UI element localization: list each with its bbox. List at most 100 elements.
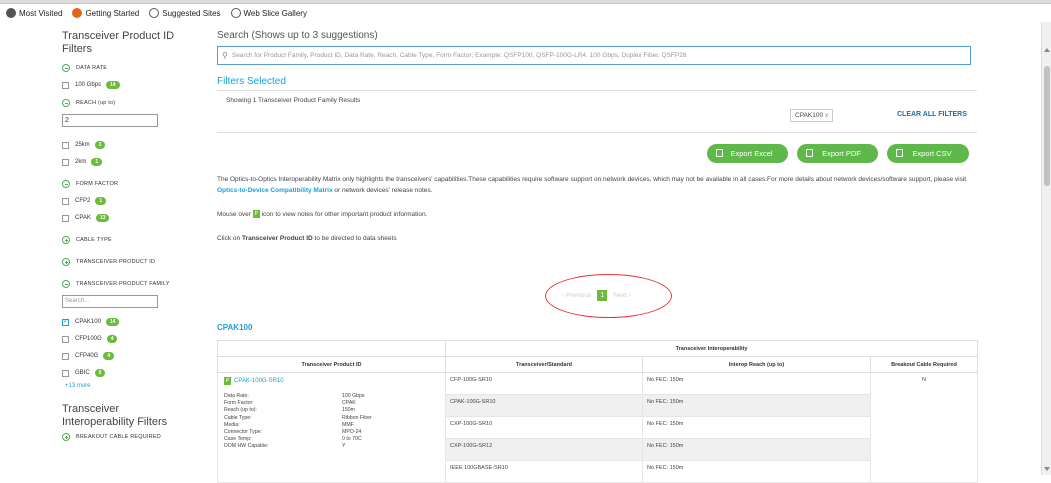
scroll-down-icon[interactable] [1044,467,1050,471]
spec-value: 150m [342,407,355,414]
page-scrollbar[interactable] [1041,22,1051,475]
section-label: FORM FACTOR [76,181,119,187]
export-pdf-button[interactable]: Export PDF [797,144,878,163]
checkbox[interactable] [62,352,69,360]
option-cfp40g[interactable]: CFP40G 4 [62,350,182,362]
count-badge: 4 [106,335,118,343]
reach-cell: No FEC: 150m [642,438,871,461]
section-transceiver-product-family[interactable]: TRANSCEIVER PRODUCT FAMILY [62,278,182,290]
option-cpak[interactable]: CPAK 13 [62,212,182,224]
disclaimer-text: The Optics-to-Optics Interoperability Ma… [217,174,969,196]
section-label: CABLE TYPE [76,237,112,243]
expand-icon[interactable] [62,258,70,266]
export-excel-button[interactable]: Export Excel [707,144,788,163]
bookmark-web-slice-gallery[interactable]: Web Slice Gallery [230,8,307,18]
search-placeholder: Search for Product Family, Product ID, D… [231,52,687,59]
product-id-text[interactable]: CPAK-100G-SR10 [234,378,284,384]
checkbox[interactable] [62,214,69,222]
option-gbic[interactable]: GBIC 5 [62,367,182,379]
collapse-icon[interactable] [62,280,70,288]
globe-icon [149,8,160,18]
show-more-link[interactable]: +13 more [65,383,182,389]
spec-label: Cable Type: [224,414,252,421]
search-label: Search (Shows up to 3 suggestions) [217,30,378,41]
reach-input[interactable]: 2 [62,114,158,127]
count-badge: 5 [94,369,106,377]
spec-value: CPAK [342,400,356,407]
section-form-factor[interactable]: FORM FACTOR [62,178,182,190]
reach-cell: No FEC: 150m [642,394,871,417]
collapse-icon[interactable] [62,180,70,188]
note-bold: Transceiver Product ID [241,235,313,242]
checkbox[interactable] [62,81,69,89]
family-title: CPAK100 [217,323,253,332]
spec-value: MMF [342,421,354,428]
expand-icon[interactable] [62,236,70,244]
option-2km[interactable]: 2km 1 [62,156,182,168]
option-label: CPAK100 [75,319,101,325]
expand-icon[interactable] [62,433,70,441]
filters-selected-heading: Filters Selected [217,76,286,87]
compatibility-matrix-link[interactable]: Optics-to-Device Compatibility Matrix [217,187,333,194]
reach-cell: No FEC: 150m [642,372,871,395]
option-25km[interactable]: 25km 3 [62,139,182,151]
header-standard: Transceiver/Standard [445,356,643,373]
globe-icon [230,8,241,18]
header-empty [217,340,446,357]
note-part: Click on [217,235,242,242]
disclaimer-part: The Optics-to-Optics Interoperability Ma… [217,176,967,183]
search-input[interactable]: ⚲ Search for Product Family, Product ID,… [217,46,971,65]
option-label: 2km [75,159,87,165]
spec-label: Media: [224,421,240,428]
bookmarks-bar: Most Visited Getting Started Suggested S… [0,4,1051,22]
bookmark-getting-started[interactable]: Getting Started [72,8,139,18]
collapse-icon[interactable] [62,64,70,72]
filter-chip-cpak100[interactable]: CPAK100 x [790,109,834,122]
scrollbar-thumb[interactable] [1044,66,1050,186]
section-transceiver-product-id[interactable]: TRANSCEIVER PRODUCT ID [62,256,182,268]
family-search-input[interactable]: Search... [62,295,158,308]
bookmark-label: Web Slice Gallery [243,8,307,18]
section-breakout-cable[interactable]: BREAKOUT CABLE REQUIRED [62,431,182,443]
firefox-icon [72,8,83,18]
checkbox[interactable] [62,141,69,149]
section-label: TRANSCEIVER PRODUCT FAMILY [76,281,170,287]
bookmark-suggested-sites[interactable]: Suggested Sites [149,8,221,18]
checkbox[interactable] [62,158,69,166]
clear-all-filters-link[interactable]: CLEAR ALL FILTERS [897,111,967,118]
option-label: CPAK [75,215,91,221]
option-100gbps[interactable]: 100 Gbps 14 [62,79,182,91]
spec-label: Connector Type: [224,429,262,436]
header-group: Transceiver Interoperability [445,340,978,357]
bookmark-label: Suggested Sites [162,8,221,18]
chip-close-icon[interactable]: x [825,112,828,119]
header-reach: Interop Reach (up to) [642,356,871,373]
checkbox[interactable] [62,197,69,205]
option-cfp2[interactable]: CFP2 1 [62,195,182,207]
scroll-up-icon[interactable] [1044,48,1050,52]
export-csv-button[interactable]: Export CSV [887,144,969,163]
option-label: CFP40G [75,353,99,359]
mouseover-note: Mouse over P icon to view notes for othe… [217,209,969,220]
export-icon [896,149,903,157]
note-part: icon to view notes for other important p… [259,211,428,218]
checkbox[interactable] [62,369,69,377]
reach-cell: No FEC: 150m [642,460,871,483]
note-icon[interactable]: P [224,377,231,385]
product-id-link[interactable]: P CPAK-100G-SR10 [224,377,439,385]
collapse-icon[interactable] [62,99,70,107]
section-cable-type[interactable]: CABLE TYPE [62,234,182,246]
results-count: Showing 1 Transceiver Product Family Res… [226,97,361,104]
spec-label: DOM HW Capable: [224,443,269,450]
option-cfp100g[interactable]: CFP100G 4 [62,333,182,345]
section-data-rate[interactable]: DATA RATE [62,62,182,74]
bookmark-most-visited[interactable]: Most Visited [6,8,62,18]
checkbox[interactable] [62,335,69,343]
option-label: 25km [75,142,90,148]
option-cpak100[interactable]: CPAK100 14 [62,316,182,328]
bookmark-label: Getting Started [85,8,140,18]
checkbox-checked[interactable] [62,317,69,326]
note-part: Mouse over [217,211,253,218]
section-reach[interactable]: REACH (up to) [62,97,182,109]
option-label: GBIC [75,370,90,376]
